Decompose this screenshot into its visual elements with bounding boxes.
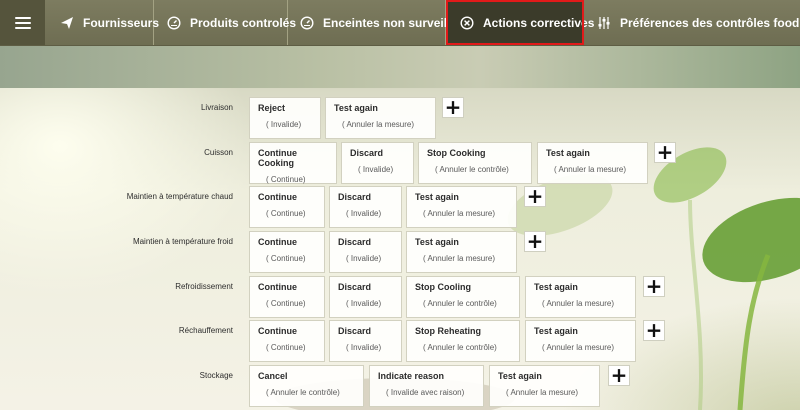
circle-x-icon bbox=[460, 15, 474, 30]
add-action-button[interactable]: + bbox=[442, 97, 464, 118]
action-indicate-reason[interactable]: Indicate reason( Invalide avec raison) bbox=[369, 365, 484, 407]
tab-preferences-food-check[interactable]: Préférences des contrôles food check bbox=[584, 0, 800, 45]
add-action-button[interactable]: + bbox=[643, 276, 665, 297]
action-test-again[interactable]: Test again( Annuler la mesure) bbox=[525, 320, 636, 362]
tab-actions-correctives[interactable]: Actions correctives bbox=[446, 0, 594, 45]
row-label-livraison: Livraison bbox=[200, 103, 233, 112]
action-stop-cooling[interactable]: Stop Cooling( Annuler le contrôle) bbox=[406, 276, 520, 318]
action-test-again[interactable]: Test again( Annuler la mesure) bbox=[325, 97, 436, 139]
action-discard[interactable]: Discard( Invalide) bbox=[329, 186, 402, 228]
action-continue[interactable]: Continue( Continue) bbox=[249, 186, 325, 228]
paper-plane-icon bbox=[60, 16, 74, 30]
top-navigation: Fournisseurs Produits controlés Enceinte… bbox=[0, 0, 800, 46]
row-label-stockage: Stockage bbox=[199, 371, 233, 380]
add-action-button[interactable]: + bbox=[654, 142, 676, 163]
action-discard[interactable]: Discard( Invalide) bbox=[329, 276, 402, 318]
sky-strip bbox=[0, 46, 800, 88]
action-test-again[interactable]: Test again( Annuler la mesure) bbox=[489, 365, 600, 407]
plus-icon: + bbox=[526, 228, 544, 253]
add-action-button[interactable]: + bbox=[524, 186, 546, 207]
action-continue[interactable]: Continue( Continue) bbox=[249, 231, 325, 273]
row-label-rechauffement: Réchauffement bbox=[178, 326, 233, 335]
action-continue[interactable]: Continue( Continue) bbox=[249, 276, 325, 318]
gauge-icon bbox=[300, 15, 314, 30]
action-discard[interactable]: Discard( Invalide) bbox=[329, 320, 402, 362]
tab-label: Préférences des contrôles food check bbox=[620, 15, 800, 30]
plus-icon: + bbox=[656, 139, 674, 164]
plus-icon: + bbox=[645, 273, 663, 298]
plus-icon: + bbox=[610, 362, 628, 387]
plus-icon: + bbox=[526, 183, 544, 208]
tab-label: Produits controlés bbox=[190, 15, 297, 30]
tab-enceintes-non-surveillees[interactable]: Enceintes non surveillées bbox=[288, 0, 470, 45]
row-label-refroidissement: Refroidissement bbox=[175, 282, 233, 291]
plus-icon: + bbox=[444, 94, 462, 119]
action-test-again[interactable]: Test again( Annuler la mesure) bbox=[406, 186, 517, 228]
gauge-icon bbox=[167, 15, 181, 30]
tab-label: Actions correctives bbox=[483, 15, 595, 30]
menu-button[interactable] bbox=[0, 0, 45, 45]
row-label-maintien-froid: Maintien à température froid bbox=[132, 237, 233, 246]
action-stop-cooking[interactable]: Stop Cooking( Annuler le contrôle) bbox=[418, 142, 532, 184]
action-reject[interactable]: Reject( Invalide) bbox=[249, 97, 321, 139]
action-test-again[interactable]: Test again( Annuler la mesure) bbox=[525, 276, 636, 318]
action-stop-reheating[interactable]: Stop Reheating( Annuler le contrôle) bbox=[406, 320, 520, 362]
add-action-button[interactable]: + bbox=[643, 320, 665, 341]
action-test-again[interactable]: Test again( Annuler la mesure) bbox=[537, 142, 648, 184]
row-label-maintien-chaud: Maintien à température chaud bbox=[126, 192, 233, 201]
action-continue[interactable]: Continue( Continue) bbox=[249, 320, 325, 362]
tab-label: Fournisseurs bbox=[83, 15, 160, 30]
plus-icon: + bbox=[645, 317, 663, 342]
action-discard[interactable]: Discard( Invalide) bbox=[329, 231, 402, 273]
tab-fournisseurs[interactable]: Fournisseurs bbox=[45, 0, 159, 45]
row-label-cuisson: Cuisson bbox=[204, 148, 233, 157]
sliders-icon bbox=[597, 16, 611, 30]
action-discard[interactable]: Discard( Invalide) bbox=[341, 142, 414, 184]
hamburger-icon bbox=[14, 14, 31, 32]
add-action-button[interactable]: + bbox=[524, 231, 546, 252]
action-cancel[interactable]: Cancel( Annuler le contrôle) bbox=[249, 365, 364, 407]
tab-produits-controles[interactable]: Produits controlés bbox=[154, 0, 296, 45]
add-action-button[interactable]: + bbox=[608, 365, 630, 386]
action-continue-cooking[interactable]: Continue Cooking( Continue) bbox=[249, 142, 337, 184]
action-test-again[interactable]: Test again( Annuler la mesure) bbox=[406, 231, 517, 273]
